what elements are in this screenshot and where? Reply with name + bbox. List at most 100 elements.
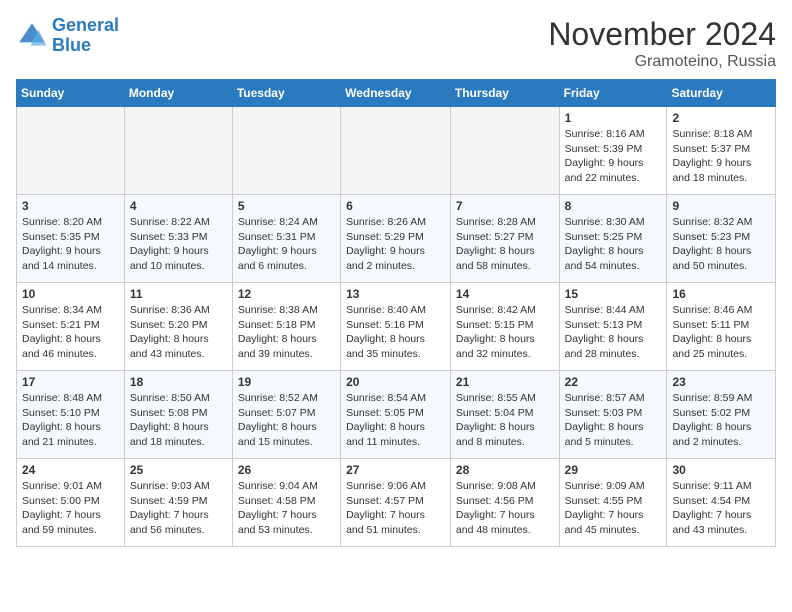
calendar-cell: 12Sunrise: 8:38 AM Sunset: 5:18 PM Dayli… (232, 283, 340, 371)
day-number: 7 (456, 199, 554, 213)
calendar-cell: 9 Sunrise: 8:32 AM Sunset: 5:23 PM Daylig… (667, 195, 776, 283)
day-number: 28 (456, 463, 554, 477)
logo-icon (16, 20, 48, 52)
day-number: 11 (130, 287, 227, 301)
day-number: 8 (565, 199, 662, 213)
calendar-cell: 5 Sunrise: 8:24 AM Sunset: 5:31 PM Daylig… (232, 195, 340, 283)
weekday-header-sunday: Sunday (17, 80, 125, 107)
weekday-header-monday: Monday (124, 80, 232, 107)
week-row-2: 3 Sunrise: 8:20 AM Sunset: 5:35 PM Daylig… (17, 195, 776, 283)
day-info: Sunrise: 8:18 AM Sunset: 5:37 PM Dayligh… (672, 127, 770, 186)
day-info: Sunrise: 8:16 AM Sunset: 5:39 PM Dayligh… (565, 127, 662, 186)
calendar-cell: 13Sunrise: 8:40 AM Sunset: 5:16 PM Dayli… (341, 283, 451, 371)
weekday-header-wednesday: Wednesday (341, 80, 451, 107)
calendar-cell: 27 Sunrise: 9:06 AM Sunset: 4:57 PM Dayli… (341, 459, 451, 547)
logo: General Blue (16, 16, 119, 56)
calendar-cell (341, 107, 451, 195)
day-info: Sunrise: 9:11 AM Sunset: 4:54 PM Dayligh… (672, 479, 770, 538)
calendar-cell: 3 Sunrise: 8:20 AM Sunset: 5:35 PM Daylig… (17, 195, 125, 283)
calendar-cell: 2 Sunrise: 8:18 AM Sunset: 5:37 PM Daylig… (667, 107, 776, 195)
day-number: 16 (672, 287, 770, 301)
calendar-cell: 22Sunrise: 8:57 AM Sunset: 5:03 PM Dayli… (559, 371, 667, 459)
title-area: November 2024 Gramoteino, Russia (548, 16, 776, 71)
logo-line1: General (52, 15, 119, 35)
day-info: Sunrise: 8:26 AM Sunset: 5:29 PM Dayligh… (346, 215, 445, 274)
logo-text: General Blue (52, 16, 119, 56)
day-info: Sunrise: 8:24 AM Sunset: 5:31 PM Dayligh… (238, 215, 335, 274)
day-number: 2 (672, 111, 770, 125)
calendar-cell: 15Sunrise: 8:44 AM Sunset: 5:13 PM Dayli… (559, 283, 667, 371)
location: Gramoteino, Russia (548, 53, 776, 71)
day-info: Sunrise: 8:38 AM Sunset: 5:18 PM Dayligh… (238, 303, 335, 362)
calendar-cell: 16 Sunrise: 8:46 AM Sunset: 5:11 PM Dayli… (667, 283, 776, 371)
calendar-cell: 1 Sunrise: 8:16 AM Sunset: 5:39 PM Daylig… (559, 107, 667, 195)
calendar-cell: 17 Sunrise: 8:48 AM Sunset: 5:10 PM Dayli… (17, 371, 125, 459)
day-info: Sunrise: 8:54 AM Sunset: 5:05 PM Dayligh… (346, 391, 445, 450)
calendar-cell: 4Sunrise: 8:22 AM Sunset: 5:33 PM Daylig… (124, 195, 232, 283)
calendar-cell: 26 Sunrise: 9:04 AM Sunset: 4:58 PM Dayli… (232, 459, 340, 547)
calendar-cell: 29 Sunrise: 9:09 AM Sunset: 4:55 PM Dayli… (559, 459, 667, 547)
week-row-1: 1 Sunrise: 8:16 AM Sunset: 5:39 PM Daylig… (17, 107, 776, 195)
day-number: 24 (22, 463, 119, 477)
weekday-header-friday: Friday (559, 80, 667, 107)
day-info: Sunrise: 9:09 AM Sunset: 4:55 PM Dayligh… (565, 479, 662, 538)
day-info: Sunrise: 8:28 AM Sunset: 5:27 PM Dayligh… (456, 215, 554, 274)
day-info: Sunrise: 8:30 AM Sunset: 5:25 PM Dayligh… (565, 215, 662, 274)
day-info: Sunrise: 8:52 AM Sunset: 5:07 PM Dayligh… (238, 391, 335, 450)
weekday-header-thursday: Thursday (450, 80, 559, 107)
day-info: Sunrise: 8:32 AM Sunset: 5:23 PM Dayligh… (672, 215, 770, 274)
day-number: 23 (672, 375, 770, 389)
day-info: Sunrise: 8:20 AM Sunset: 5:35 PM Dayligh… (22, 215, 119, 274)
day-info: Sunrise: 9:08 AM Sunset: 4:56 PM Dayligh… (456, 479, 554, 538)
day-info: Sunrise: 8:46 AM Sunset: 5:11 PM Dayligh… (672, 303, 770, 362)
day-number: 30 (672, 463, 770, 477)
calendar-cell: 18Sunrise: 8:50 AM Sunset: 5:08 PM Dayli… (124, 371, 232, 459)
day-number: 29 (565, 463, 662, 477)
day-info: Sunrise: 8:48 AM Sunset: 5:10 PM Dayligh… (22, 391, 119, 450)
week-row-3: 10Sunrise: 8:34 AM Sunset: 5:21 PM Dayli… (17, 283, 776, 371)
week-row-5: 24 Sunrise: 9:01 AM Sunset: 5:00 PM Dayli… (17, 459, 776, 547)
calendar-cell (124, 107, 232, 195)
calendar-cell (450, 107, 559, 195)
day-number: 5 (238, 199, 335, 213)
day-number: 17 (22, 375, 119, 389)
day-number: 19 (238, 375, 335, 389)
calendar-cell (17, 107, 125, 195)
day-number: 20 (346, 375, 445, 389)
calendar-cell: 8 Sunrise: 8:30 AM Sunset: 5:25 PM Daylig… (559, 195, 667, 283)
day-info: Sunrise: 8:42 AM Sunset: 5:15 PM Dayligh… (456, 303, 554, 362)
day-info: Sunrise: 9:04 AM Sunset: 4:58 PM Dayligh… (238, 479, 335, 538)
day-info: Sunrise: 8:34 AM Sunset: 5:21 PM Dayligh… (22, 303, 119, 362)
day-info: Sunrise: 9:01 AM Sunset: 5:00 PM Dayligh… (22, 479, 119, 538)
day-number: 9 (672, 199, 770, 213)
month-title: November 2024 (548, 16, 776, 53)
weekday-header-row: SundayMondayTuesdayWednesdayThursdayFrid… (17, 80, 776, 107)
day-number: 3 (22, 199, 119, 213)
day-number: 6 (346, 199, 445, 213)
day-number: 27 (346, 463, 445, 477)
day-number: 26 (238, 463, 335, 477)
day-info: Sunrise: 9:06 AM Sunset: 4:57 PM Dayligh… (346, 479, 445, 538)
day-info: Sunrise: 9:03 AM Sunset: 4:59 PM Dayligh… (130, 479, 227, 538)
calendar-cell: 20 Sunrise: 8:54 AM Sunset: 5:05 PM Dayli… (341, 371, 451, 459)
day-info: Sunrise: 8:59 AM Sunset: 5:02 PM Dayligh… (672, 391, 770, 450)
day-number: 15 (565, 287, 662, 301)
calendar-cell: 6 Sunrise: 8:26 AM Sunset: 5:29 PM Daylig… (341, 195, 451, 283)
calendar-cell: 23 Sunrise: 8:59 AM Sunset: 5:02 PM Dayli… (667, 371, 776, 459)
day-info: Sunrise: 8:55 AM Sunset: 5:04 PM Dayligh… (456, 391, 554, 450)
day-number: 18 (130, 375, 227, 389)
calendar-cell: 25Sunrise: 9:03 AM Sunset: 4:59 PM Dayli… (124, 459, 232, 547)
day-number: 22 (565, 375, 662, 389)
calendar-cell: 24 Sunrise: 9:01 AM Sunset: 5:00 PM Dayli… (17, 459, 125, 547)
day-number: 4 (130, 199, 227, 213)
day-info: Sunrise: 8:40 AM Sunset: 5:16 PM Dayligh… (346, 303, 445, 362)
calendar-cell: 14 Sunrise: 8:42 AM Sunset: 5:15 PM Dayli… (450, 283, 559, 371)
weekday-header-tuesday: Tuesday (232, 80, 340, 107)
calendar-cell (232, 107, 340, 195)
calendar-cell: 11Sunrise: 8:36 AM Sunset: 5:20 PM Dayli… (124, 283, 232, 371)
header: General Blue November 2024 Gramoteino, R… (16, 16, 776, 71)
day-number: 14 (456, 287, 554, 301)
day-number: 1 (565, 111, 662, 125)
calendar-cell: 10Sunrise: 8:34 AM Sunset: 5:21 PM Dayli… (17, 283, 125, 371)
week-row-4: 17 Sunrise: 8:48 AM Sunset: 5:10 PM Dayli… (17, 371, 776, 459)
